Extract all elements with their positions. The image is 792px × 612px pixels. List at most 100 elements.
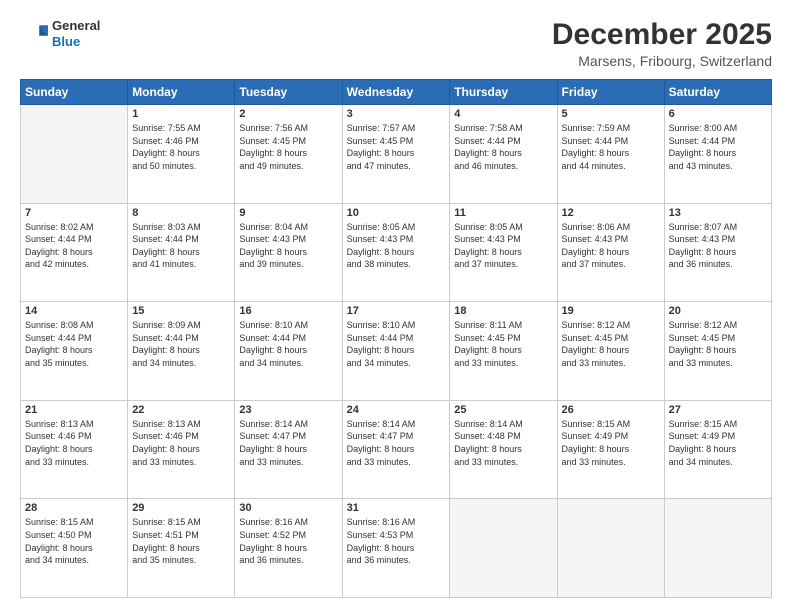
day-info: Sunrise: 8:03 AMSunset: 4:44 PMDaylight:… (132, 221, 230, 271)
logo-icon (20, 20, 48, 48)
weekday-header-friday: Friday (557, 80, 664, 105)
calendar-week-row: 28 Sunrise: 8:15 AMSunset: 4:50 PMDayligh… (21, 499, 772, 598)
day-info: Sunrise: 8:14 AMSunset: 4:47 PMDaylight:… (347, 418, 446, 468)
calendar-cell: 26Sunrise: 8:15 AMSunset: 4:49 PMDayligh… (557, 400, 664, 499)
calendar-cell: 10 Sunrise: 8:05 AMSunset: 4:43 PMDayligh… (342, 203, 450, 302)
day-number: 1 (132, 108, 230, 120)
calendar-cell: 22 Sunrise: 8:13 AMSunset: 4:46 PMDayligh… (128, 400, 235, 499)
calendar-cell: 16 Sunrise: 8:10 AMSunset: 4:44 PMDayligh… (235, 302, 342, 401)
day-number: 11 (454, 207, 552, 219)
day-info: Sunrise: 7:58 AMSunset: 4:44 PMDaylight:… (454, 122, 552, 172)
day-number: 23 (239, 404, 337, 416)
weekday-header-thursday: Thursday (450, 80, 557, 105)
day-info: Sunrise: 8:08 AMSunset: 4:44 PMDaylight:… (25, 319, 123, 369)
day-info: Sunrise: 8:13 AMSunset: 4:46 PMDaylight:… (25, 418, 123, 468)
day-info: Sunrise: 8:15 AMSunset: 4:51 PMDaylight:… (132, 516, 230, 566)
day-info: Sunrise: 8:09 AMSunset: 4:44 PMDaylight:… (132, 319, 230, 369)
day-info: Sunrise: 8:10 AMSunset: 4:44 PMDaylight:… (239, 319, 337, 369)
day-info: Sunrise: 8:14 AMSunset: 4:48 PMDaylight:… (454, 418, 552, 468)
day-info: Sunrise: 8:04 AMSunset: 4:43 PMDaylight:… (239, 221, 337, 271)
calendar-header-row: SundayMondayTuesdayWednesdayThursdayFrid… (21, 80, 772, 105)
calendar-cell: 13 Sunrise: 8:07 AMSunset: 4:43 PMDayligh… (664, 203, 771, 302)
day-number: 20 (669, 305, 767, 317)
day-number: 18 (454, 305, 552, 317)
day-number: 21 (25, 404, 123, 416)
day-number: 26 (562, 404, 660, 416)
day-info: Sunrise: 8:11 AMSunset: 4:45 PMDaylight:… (454, 319, 552, 369)
month-title: December 2025 (552, 18, 772, 51)
day-number: 9 (239, 207, 337, 219)
calendar-cell: 12Sunrise: 8:06 AMSunset: 4:43 PMDayligh… (557, 203, 664, 302)
day-info: Sunrise: 8:10 AMSunset: 4:44 PMDaylight:… (347, 319, 446, 369)
calendar-cell: 30 Sunrise: 8:16 AMSunset: 4:52 PMDayligh… (235, 499, 342, 598)
calendar-week-row: 7Sunrise: 8:02 AMSunset: 4:44 PMDaylight… (21, 203, 772, 302)
day-number: 4 (454, 108, 552, 120)
day-number: 19 (562, 305, 660, 317)
day-info: Sunrise: 8:13 AMSunset: 4:46 PMDaylight:… (132, 418, 230, 468)
day-number: 13 (669, 207, 767, 219)
calendar-table: SundayMondayTuesdayWednesdayThursdayFrid… (20, 79, 772, 598)
weekday-header-tuesday: Tuesday (235, 80, 342, 105)
day-number: 27 (669, 404, 767, 416)
day-info: Sunrise: 8:12 AMSunset: 4:45 PMDaylight:… (562, 319, 660, 369)
calendar-cell: 24 Sunrise: 8:14 AMSunset: 4:47 PMDayligh… (342, 400, 450, 499)
calendar-cell: 8 Sunrise: 8:03 AMSunset: 4:44 PMDaylight… (128, 203, 235, 302)
day-info: Sunrise: 8:15 AMSunset: 4:49 PMDaylight:… (669, 418, 767, 468)
calendar-cell: 11 Sunrise: 8:05 AMSunset: 4:43 PMDayligh… (450, 203, 557, 302)
day-number: 28 (25, 502, 123, 514)
day-number: 2 (239, 108, 337, 120)
day-number: 24 (347, 404, 446, 416)
day-info: Sunrise: 8:14 AMSunset: 4:47 PMDaylight:… (239, 418, 337, 468)
calendar-cell: 23 Sunrise: 8:14 AMSunset: 4:47 PMDayligh… (235, 400, 342, 499)
day-info: Sunrise: 8:07 AMSunset: 4:43 PMDaylight:… (669, 221, 767, 271)
logo-text: General Blue (52, 18, 100, 49)
calendar-cell: 19 Sunrise: 8:12 AMSunset: 4:45 PMDayligh… (557, 302, 664, 401)
calendar-cell: 3Sunrise: 7:57 AMSunset: 4:45 PMDaylight… (342, 105, 450, 204)
day-number: 17 (347, 305, 446, 317)
calendar-cell: 18 Sunrise: 8:11 AMSunset: 4:45 PMDayligh… (450, 302, 557, 401)
day-info: Sunrise: 8:00 AMSunset: 4:44 PMDaylight:… (669, 122, 767, 172)
calendar-cell: 28 Sunrise: 8:15 AMSunset: 4:50 PMDayligh… (21, 499, 128, 598)
day-info: Sunrise: 8:05 AMSunset: 4:43 PMDaylight:… (347, 221, 446, 271)
day-number: 6 (669, 108, 767, 120)
calendar-week-row: 1Sunrise: 7:55 AMSunset: 4:46 PMDaylight… (21, 105, 772, 204)
calendar-cell: 29 Sunrise: 8:15 AMSunset: 4:51 PMDayligh… (128, 499, 235, 598)
calendar-cell: 20 Sunrise: 8:12 AMSunset: 4:45 PMDayligh… (664, 302, 771, 401)
calendar-cell: 14Sunrise: 8:08 AMSunset: 4:44 PMDayligh… (21, 302, 128, 401)
calendar-cell (664, 499, 771, 598)
calendar-week-row: 21 Sunrise: 8:13 AMSunset: 4:46 PMDayligh… (21, 400, 772, 499)
day-info: Sunrise: 8:16 AMSunset: 4:52 PMDaylight:… (239, 516, 337, 566)
day-number: 10 (347, 207, 446, 219)
day-info: Sunrise: 8:15 AMSunset: 4:50 PMDaylight:… (25, 516, 123, 566)
calendar-cell: 25 Sunrise: 8:14 AMSunset: 4:48 PMDayligh… (450, 400, 557, 499)
day-number: 30 (239, 502, 337, 514)
day-info: Sunrise: 8:16 AMSunset: 4:53 PMDaylight:… (347, 516, 446, 566)
title-block: December 2025 Marsens, Fribourg, Switzer… (552, 18, 772, 69)
day-info: Sunrise: 8:02 AMSunset: 4:44 PMDaylight:… (25, 221, 123, 271)
day-number: 8 (132, 207, 230, 219)
calendar-cell: 27 Sunrise: 8:15 AMSunset: 4:49 PMDayligh… (664, 400, 771, 499)
day-info: Sunrise: 8:06 AMSunset: 4:43 PMDaylight:… (562, 221, 660, 271)
day-info: Sunrise: 8:05 AMSunset: 4:43 PMDaylight:… (454, 221, 552, 271)
day-info: Sunrise: 7:56 AMSunset: 4:45 PMDaylight:… (239, 122, 337, 172)
weekday-header-sunday: Sunday (21, 80, 128, 105)
day-number: 16 (239, 305, 337, 317)
calendar-cell: 15Sunrise: 8:09 AMSunset: 4:44 PMDayligh… (128, 302, 235, 401)
day-info: Sunrise: 8:12 AMSunset: 4:45 PMDaylight:… (669, 319, 767, 369)
calendar-cell (450, 499, 557, 598)
calendar-cell: 9 Sunrise: 8:04 AMSunset: 4:43 PMDaylight… (235, 203, 342, 302)
weekday-header-monday: Monday (128, 80, 235, 105)
day-number: 5 (562, 108, 660, 120)
calendar-week-row: 14Sunrise: 8:08 AMSunset: 4:44 PMDayligh… (21, 302, 772, 401)
calendar-cell: 5 Sunrise: 7:59 AMSunset: 4:44 PMDaylight… (557, 105, 664, 204)
location-subtitle: Marsens, Fribourg, Switzerland (552, 53, 772, 69)
calendar-cell (557, 499, 664, 598)
calendar-cell: 6 Sunrise: 8:00 AMSunset: 4:44 PMDaylight… (664, 105, 771, 204)
calendar-cell: 7Sunrise: 8:02 AMSunset: 4:44 PMDaylight… (21, 203, 128, 302)
day-number: 25 (454, 404, 552, 416)
calendar-cell: 31Sunrise: 8:16 AMSunset: 4:53 PMDayligh… (342, 499, 450, 598)
day-number: 22 (132, 404, 230, 416)
day-info: Sunrise: 7:59 AMSunset: 4:44 PMDaylight:… (562, 122, 660, 172)
day-number: 29 (132, 502, 230, 514)
logo: General Blue (20, 18, 100, 49)
